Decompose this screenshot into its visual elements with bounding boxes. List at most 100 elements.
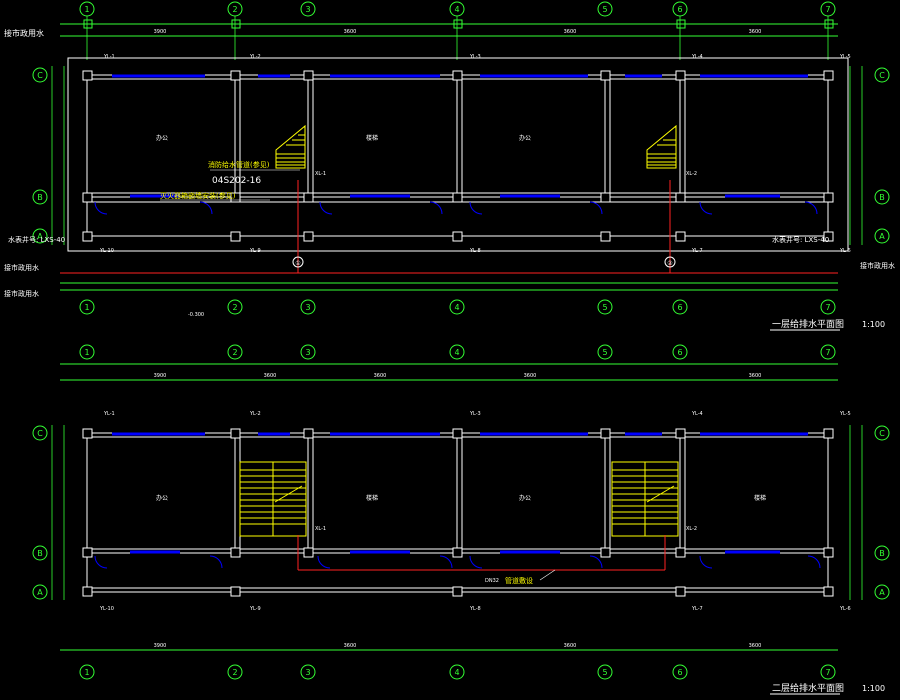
axis2-A-left: A	[37, 588, 43, 597]
right-supply-label: 接市政用水	[860, 261, 895, 270]
axis2-1: 1	[84, 348, 89, 357]
riser-bot-4: YL-7	[691, 248, 703, 254]
riser2-bot-5: YL-6	[839, 606, 851, 612]
axis-b-4: 4	[454, 303, 459, 312]
axis-b-5: 5	[602, 303, 607, 312]
room-2: 楼梯	[366, 134, 378, 142]
riser-top-4: YL-4	[691, 54, 703, 60]
riser-bot-5: YL-6	[839, 248, 851, 254]
axis-6: 6	[677, 5, 682, 14]
axis2-b-4: 4	[454, 668, 459, 677]
axis2-5: 5	[602, 348, 607, 357]
axis2-6: 6	[677, 348, 682, 357]
axis2-C-right: C	[879, 429, 885, 438]
room2-4: 楼梯	[754, 494, 766, 502]
elev-note: -0.300	[188, 312, 204, 318]
circle-label-1: ①	[295, 260, 300, 267]
axis2-2: 2	[232, 348, 237, 357]
axis2-b-5: 5	[602, 668, 607, 677]
dim-3: 3600	[564, 29, 577, 35]
dim2-5: 3600	[749, 373, 762, 379]
dim-1: 3900	[154, 29, 167, 35]
axis-b-7: 7	[825, 303, 830, 312]
axis-A-right: A	[879, 232, 885, 241]
riser2-bot-2: YL-9	[249, 606, 261, 612]
axis-b-6: 6	[677, 303, 682, 312]
axis2-b-1: 1	[84, 668, 89, 677]
circle-label-2: ②	[667, 260, 673, 267]
dim-2: 3600	[344, 29, 357, 35]
dim2-b4: 3600	[749, 643, 762, 649]
plan1-scale: 1:100	[862, 320, 885, 329]
axis-C-left: C	[37, 71, 43, 80]
room2-2: 楼梯	[366, 494, 378, 502]
stair-4	[611, 461, 679, 537]
right-meter-label: 水表井号: LXS-40	[772, 235, 829, 244]
room2-3: 办公	[519, 494, 531, 502]
riser2-bot-1: YL-10	[99, 606, 114, 612]
dim2-2: 3600	[264, 373, 277, 379]
plan2: 1 2 3 4 5 6 7 3900 3600 3600 3600 3600 C…	[32, 344, 890, 695]
pipe-size-label: DN32	[485, 578, 499, 584]
riser2-top-3: YL-3	[469, 411, 481, 417]
axis2-A-right: A	[879, 588, 885, 597]
dim2-b2: 3600	[344, 643, 357, 649]
axis-4: 4	[454, 5, 459, 14]
dim2-1: 3900	[154, 373, 167, 379]
axis-1: 1	[84, 5, 89, 14]
axis2-b-7: 7	[825, 668, 830, 677]
note-fire-pipe: 消防给水管道(参见)	[208, 160, 270, 169]
axis2-7: 7	[825, 348, 830, 357]
riser-top-3: YL-3	[469, 54, 481, 60]
riser-bot-2: YL-9	[249, 248, 261, 254]
pipe2-tag-2: XL-2	[686, 526, 697, 532]
riser-top-1: YL-1	[103, 54, 115, 60]
axis-b-2: 2	[232, 303, 237, 312]
riser2-bot-4: YL-7	[691, 606, 703, 612]
stair-1	[275, 124, 306, 169]
axis-3: 3	[305, 5, 310, 14]
axis-B-right: B	[879, 193, 885, 202]
riser-bot-1: YL-10	[99, 248, 114, 254]
axis-b-1: 1	[84, 303, 89, 312]
stair-3	[239, 461, 307, 537]
axis2-B-right: B	[879, 549, 885, 558]
axis2-3: 3	[305, 348, 310, 357]
axis2-b-6: 6	[677, 668, 682, 677]
room-1: 办公	[156, 134, 168, 142]
riser2-top-4: YL-4	[691, 411, 703, 417]
axis2-B-left: B	[37, 549, 43, 558]
stair-2	[646, 124, 677, 169]
plan2-title: 二层给排水平面图	[772, 682, 844, 694]
axis2-4: 4	[454, 348, 459, 357]
riser-bot-3: YL-8	[469, 248, 481, 254]
axis2-C-left: C	[37, 429, 43, 438]
pipe2-tag-1: XL-1	[315, 526, 326, 532]
riser2-bot-3: YL-8	[469, 606, 481, 612]
axis-5: 5	[602, 5, 607, 14]
pipe-callout: 管道敷设	[505, 576, 533, 585]
pipe-tag-1: XL-1	[315, 171, 326, 177]
cad-drawing: 1 2 3 4 5 6 7 3900 3600 3 600 3600 接市政用水 …	[4, 1, 895, 695]
dim2-b1: 3900	[154, 643, 167, 649]
riser2-top-1: YL-1	[103, 411, 115, 417]
room-3: 办公	[519, 134, 531, 142]
dim2-3: 3600	[374, 373, 387, 379]
riser2-top-2: YL-2	[249, 411, 261, 417]
axis-B-left: B	[37, 193, 43, 202]
note-std: 04S202-16	[212, 176, 261, 186]
left-supply-label-bottom: 接市政用水	[4, 289, 39, 298]
axis-7: 7	[825, 5, 830, 14]
plan1-title: 一层给排水平面图	[772, 318, 844, 330]
axis-b-3: 3	[305, 303, 310, 312]
left-supply-label-top: 接市政用水	[4, 28, 44, 38]
axis-2: 2	[232, 5, 237, 14]
plan1: 1 2 3 4 5 6 7 3900 3600 3 600 3600 接市政用水 …	[4, 1, 895, 331]
axis2-b-3: 3	[305, 668, 310, 677]
dim2-b3: 3600	[564, 643, 577, 649]
left-meter-label: 水表井号: LXS-40	[8, 235, 65, 244]
riser-top-2: YL-2	[249, 54, 261, 60]
dim2-4: 3600	[524, 373, 537, 379]
plan2-scale: 1:100	[862, 684, 885, 693]
axis-C-right: C	[879, 71, 885, 80]
